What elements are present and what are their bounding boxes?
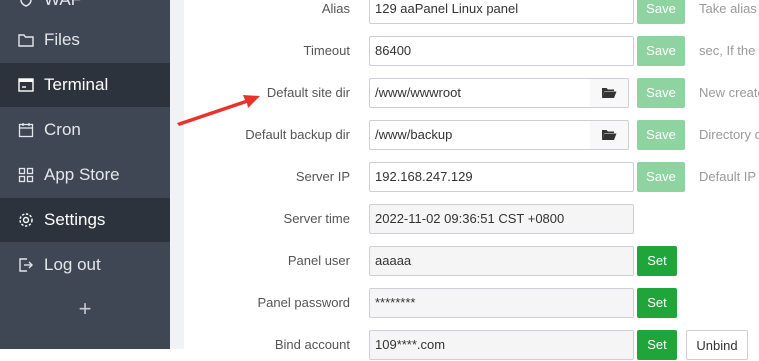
alias-hint: Take alias f <box>699 1 759 16</box>
shield-icon <box>18 0 34 8</box>
alias-label: Alias <box>321 1 350 16</box>
panel-user-label: Panel user <box>287 253 350 268</box>
calendar-icon <box>18 122 34 138</box>
server-time-row: Server time 2022-11-02 09:36:51 CST +080… <box>184 204 759 234</box>
panel-password-set-button[interactable]: Set <box>637 288 677 318</box>
backup-dir-hint: Directory o <box>699 127 759 142</box>
logout-icon <box>18 257 34 273</box>
panel-password-input: ******** <box>369 288 634 318</box>
gear-icon <box>18 212 34 228</box>
backup-dir-save-button[interactable]: Save <box>637 120 685 150</box>
timeout-hint: sec, If the u <box>699 43 759 58</box>
alias-save-button[interactable]: Save <box>637 0 685 24</box>
sidebar-item-label: Cron <box>44 120 81 139</box>
annotation-arrow <box>177 95 260 126</box>
panel-user-input: aaaaa <box>369 246 634 276</box>
folder-open-icon <box>602 130 617 140</box>
panel-user-row: Panel user aaaaa Set <box>184 246 759 276</box>
server-time-label: Server time <box>283 211 350 226</box>
backup-dir-row: Default backup dir /www/backup Save Dire… <box>184 120 759 150</box>
bind-account-row: Bind account 109****.com Set Unbind <box>184 330 759 360</box>
site-dir-input[interactable]: /www/wwwroot <box>369 78 594 108</box>
sidebar-item-logout[interactable]: Log out <box>0 243 170 287</box>
site-dir-row: Default site dir /www/wwwroot Save New c… <box>184 78 759 108</box>
backup-dir-browse-button[interactable] <box>590 120 629 150</box>
sidebar-item-label: Settings <box>44 210 106 229</box>
alias-input[interactable]: 129 aaPanel Linux panel <box>369 0 634 24</box>
panel-password-row: Panel password ******** Set <box>184 288 759 318</box>
server-ip-label: Server IP <box>295 169 350 184</box>
content-gutter <box>170 0 184 349</box>
grid-icon <box>18 167 34 183</box>
timeout-row: Timeout 86400 Save sec, If the u <box>184 36 759 66</box>
bind-account-label: Bind account <box>274 337 350 352</box>
sidebar-item-label: WAF <box>44 0 81 10</box>
server-ip-row: Server IP 192.168.247.129 Save Default I… <box>184 162 759 192</box>
timeout-label: Timeout <box>303 43 350 58</box>
folder-icon <box>18 32 34 48</box>
sidebar-item-label: Files <box>44 30 80 49</box>
server-time-input: 2022-11-02 09:36:51 CST +0800 <box>369 204 634 234</box>
server-ip-hint: Default IP <box>699 169 757 184</box>
site-dir-save-button[interactable]: Save <box>637 78 685 108</box>
backup-dir-input[interactable]: /www/backup <box>369 120 594 150</box>
sidebar-item-terminal[interactable]: Terminal <box>0 63 170 107</box>
folder-open-icon <box>602 88 617 98</box>
sidebar-item-settings[interactable]: Settings <box>0 198 170 242</box>
site-dir-hint: New create <box>699 85 759 100</box>
sidebar-item-label: Log out <box>44 255 101 274</box>
sidebar-item-cron[interactable]: Cron <box>0 108 170 152</box>
sidebar-item-label: Terminal <box>44 75 109 94</box>
timeout-input[interactable]: 86400 <box>369 36 634 66</box>
server-ip-input[interactable]: 192.168.247.129 <box>369 162 634 192</box>
site-dir-browse-button[interactable] <box>590 78 629 108</box>
unbind-button[interactable]: Unbind <box>686 330 748 360</box>
panel-user-set-button[interactable]: Set <box>637 246 677 276</box>
panel-password-label: Panel password <box>257 295 351 310</box>
alias-row: Alias 129 aaPanel Linux panel Save Take … <box>184 0 759 24</box>
add-button[interactable]: + <box>0 287 170 331</box>
sidebar-item-app-store[interactable]: App Store <box>0 153 170 197</box>
server-ip-save-button[interactable]: Save <box>637 162 685 192</box>
sidebar-item-label: App Store <box>44 165 120 184</box>
timeout-save-button[interactable]: Save <box>637 36 685 66</box>
sidebar-item-files[interactable]: Files <box>0 18 170 62</box>
terminal-icon <box>18 77 34 93</box>
bind-account-input: 109****.com <box>369 330 634 360</box>
sidebar: WAF Files Terminal Cron App Store Settin… <box>0 0 170 349</box>
bind-account-set-button[interactable]: Set <box>637 330 677 360</box>
